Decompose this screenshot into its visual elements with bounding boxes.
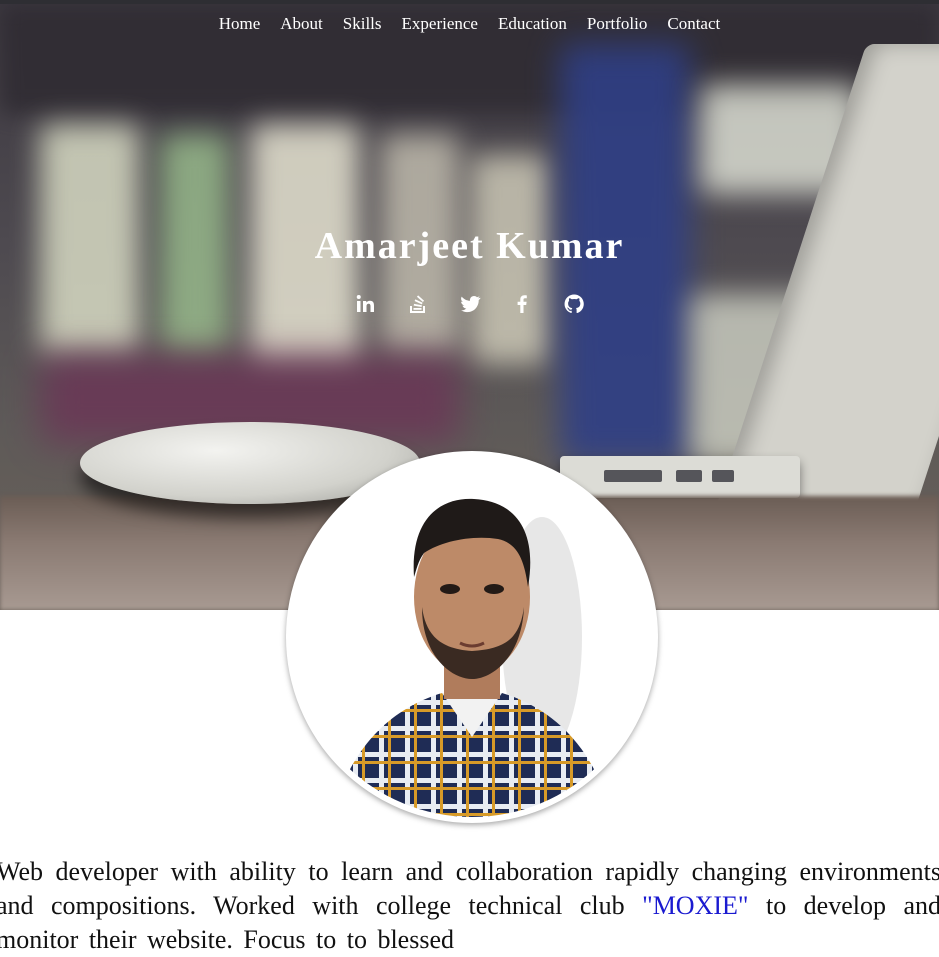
github-icon[interactable] bbox=[562, 292, 586, 316]
nav-skills[interactable]: Skills bbox=[343, 14, 382, 34]
nav-education[interactable]: Education bbox=[498, 14, 567, 34]
top-nav: Home About Skills Experience Education P… bbox=[0, 14, 939, 34]
hero-name: Amarjeet Kumar bbox=[314, 225, 625, 267]
bg-laptop-port bbox=[676, 470, 702, 482]
nav-experience[interactable]: Experience bbox=[402, 14, 478, 34]
nav-portfolio[interactable]: Portfolio bbox=[587, 14, 647, 34]
linkedin-icon[interactable] bbox=[354, 292, 378, 316]
bio-text: Web developer with ability to learn and … bbox=[0, 855, 939, 957]
bg-laptop-port bbox=[604, 470, 662, 482]
profile-avatar bbox=[286, 451, 658, 823]
window-top-edge bbox=[0, 0, 939, 4]
twitter-icon[interactable] bbox=[458, 292, 482, 316]
person-illustration bbox=[332, 498, 612, 817]
stackoverflow-icon[interactable] bbox=[406, 292, 430, 316]
nav-contact[interactable]: Contact bbox=[667, 14, 720, 34]
bg-laptop-port bbox=[712, 470, 734, 482]
profile-photo bbox=[292, 457, 652, 817]
nav-about[interactable]: About bbox=[280, 14, 323, 34]
social-links bbox=[0, 292, 939, 316]
bio-line-1: Web developer with ability to learn and … bbox=[0, 857, 787, 886]
club-link[interactable]: "MOXIE" bbox=[642, 891, 748, 920]
facebook-icon[interactable] bbox=[510, 292, 534, 316]
nav-home[interactable]: Home bbox=[219, 14, 261, 34]
